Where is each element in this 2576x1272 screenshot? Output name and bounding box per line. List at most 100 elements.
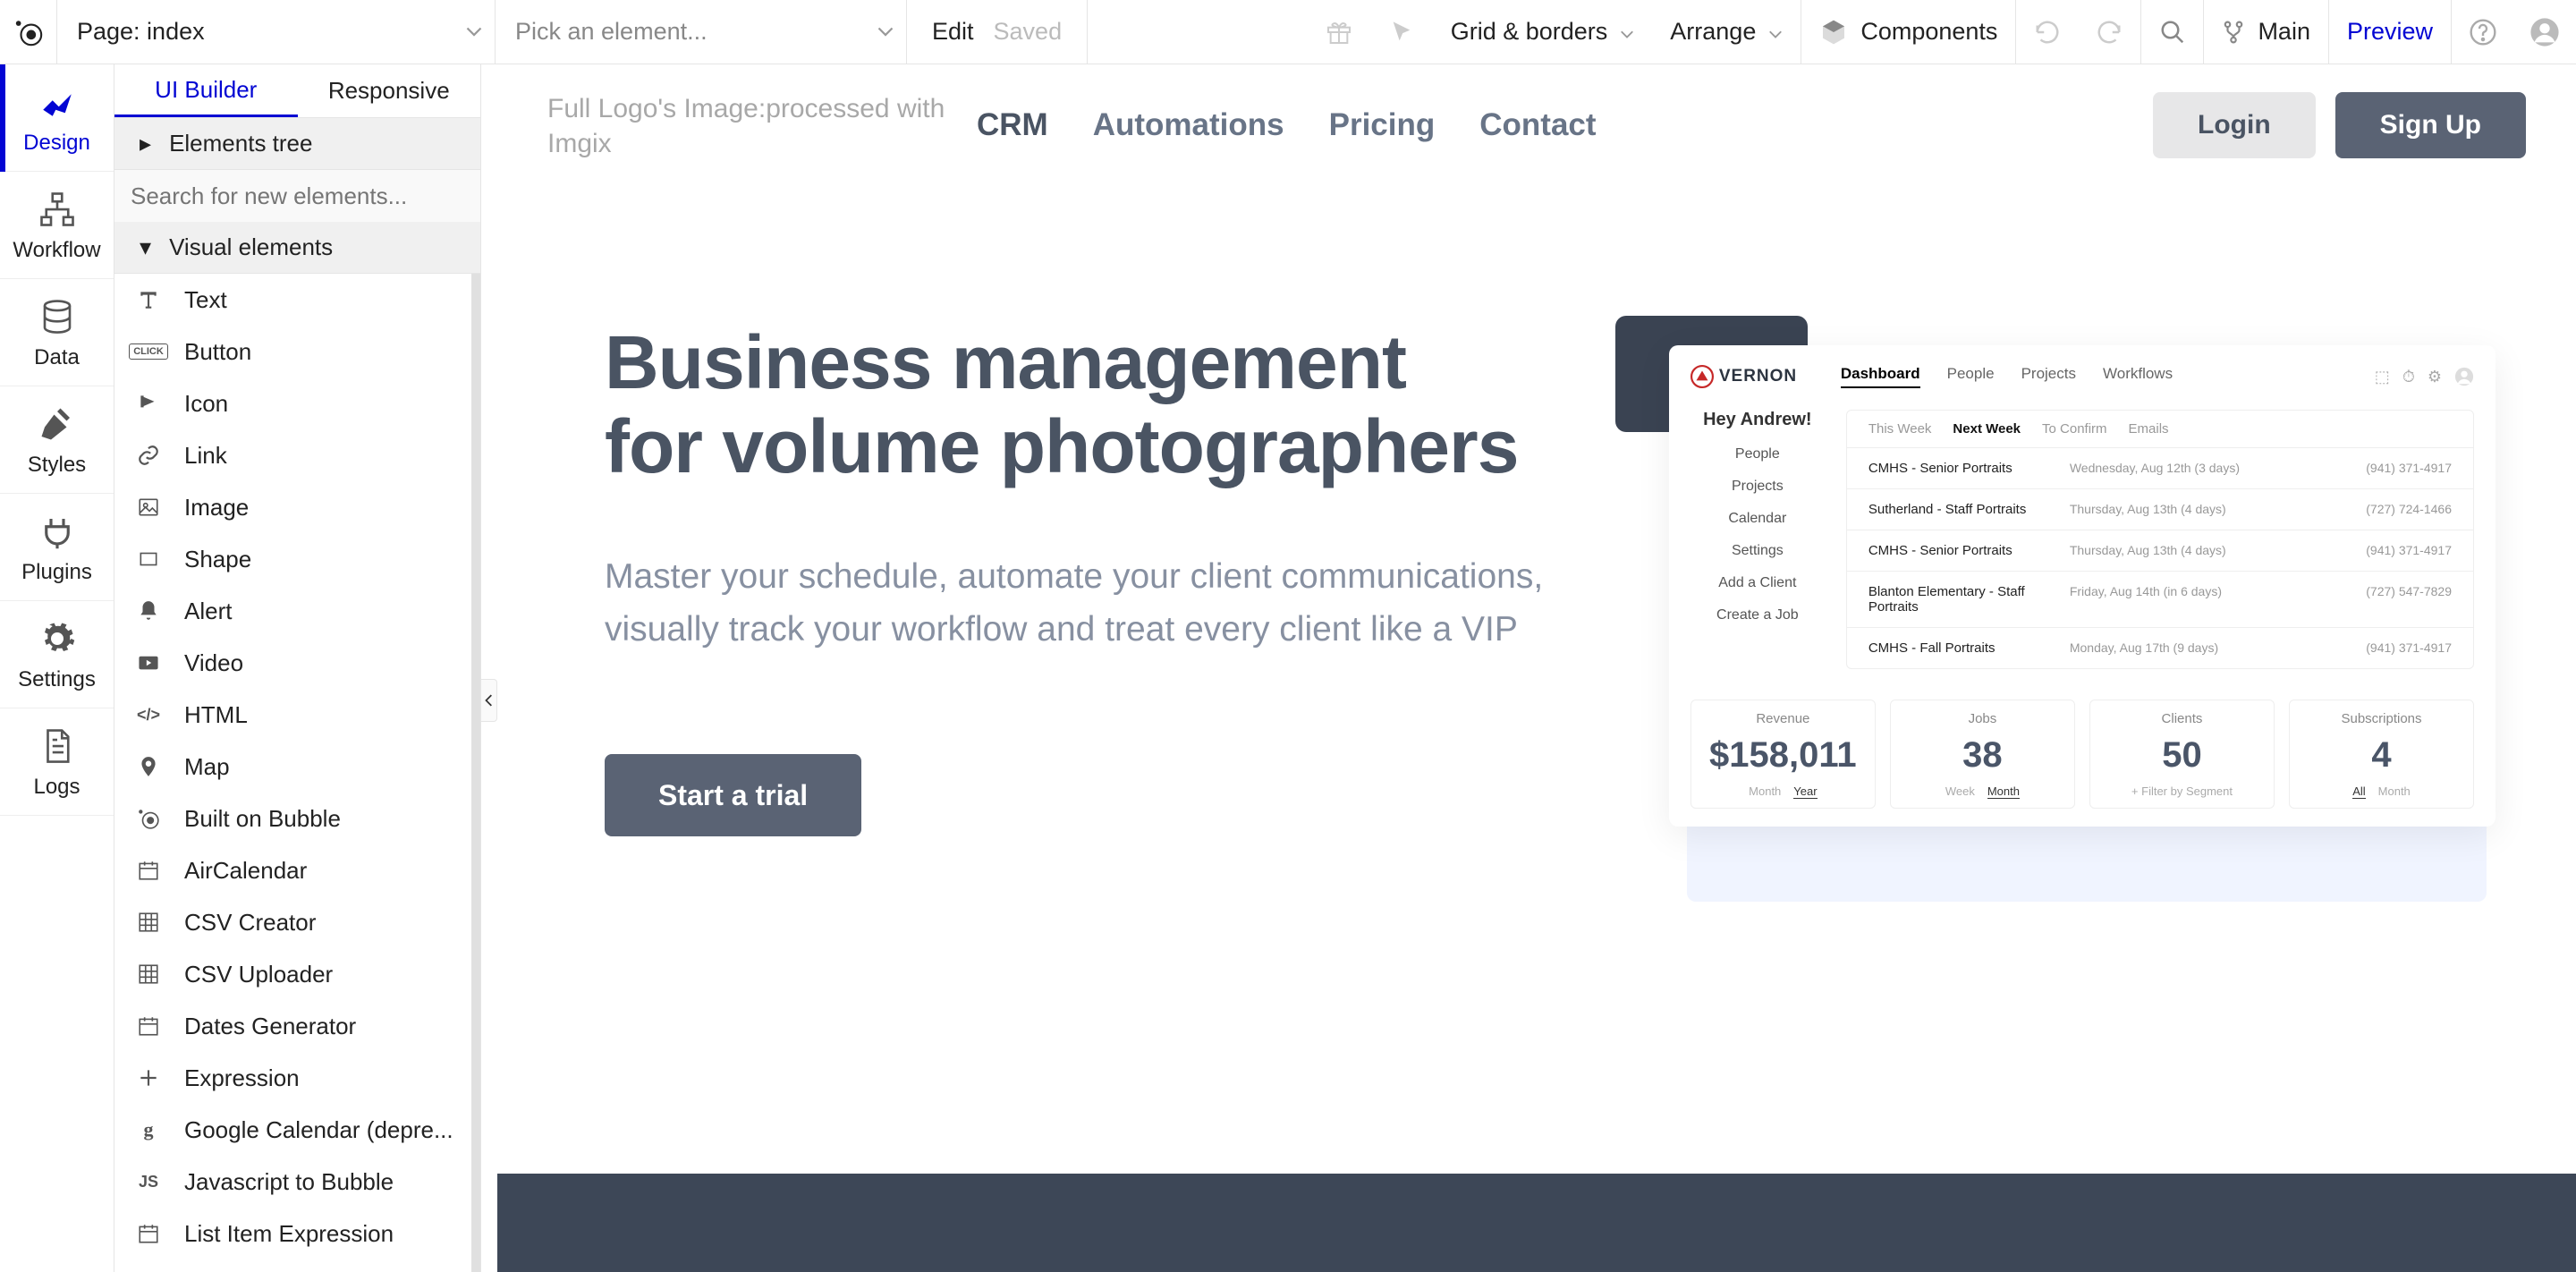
dash-row: CMHS - Fall PortraitsMonday, Aug 17th (9… xyxy=(1847,627,2473,668)
logo-placeholder[interactable]: Full Logo's Image:processed with Imgix xyxy=(547,91,977,159)
element-icon xyxy=(131,282,166,318)
nav-automations[interactable]: Automations xyxy=(1093,107,1284,143)
plugins-icon xyxy=(36,510,79,553)
hero-title[interactable]: Business management for volume photograp… xyxy=(605,320,1580,488)
dash-side-item: Settings xyxy=(1732,543,1784,559)
tab-responsive[interactable]: Responsive xyxy=(298,64,481,117)
element-icon xyxy=(131,1008,166,1044)
hero-subtitle[interactable]: Master your schedule, automate your clie… xyxy=(605,551,1580,656)
preview-button[interactable]: Preview xyxy=(2328,0,2451,64)
element-icon xyxy=(131,1216,166,1251)
rail-settings[interactable]: Settings xyxy=(0,601,114,708)
element-dates-generator[interactable]: Dates Generator xyxy=(114,1000,471,1052)
clock-icon: ⏱ xyxy=(2402,368,2415,386)
element-icon[interactable]: Icon xyxy=(114,377,471,429)
rail-label: Design xyxy=(23,131,90,156)
element-image[interactable]: Image xyxy=(114,481,471,533)
signup-button[interactable]: Sign Up xyxy=(2335,92,2526,158)
components-button[interactable]: Components xyxy=(1801,0,2015,64)
login-button[interactable]: Login xyxy=(2153,92,2316,158)
rail-label: Data xyxy=(34,345,80,370)
element-javascript-to-bubble[interactable]: JS Javascript to Bubble xyxy=(114,1156,471,1208)
dash-body: Hey Andrew! PeopleProjectsCalendarSettin… xyxy=(1690,394,2474,685)
element-csv-creator[interactable]: CSV Creator xyxy=(114,896,471,948)
element-search-input[interactable] xyxy=(131,182,464,210)
rail-workflow[interactable]: Workflow xyxy=(0,172,114,279)
rail-label: Workflow xyxy=(13,238,100,263)
rail-plugins[interactable]: Plugins xyxy=(0,494,114,601)
element-text[interactable]: Text xyxy=(114,274,471,326)
element-video[interactable]: Video xyxy=(114,637,471,689)
elements-list[interactable]: TextCLICKButtonIconLink Image ShapeAlert Vi… xyxy=(114,274,480,1272)
redo-button[interactable] xyxy=(2078,0,2140,64)
element-icon: CLICK xyxy=(131,334,166,369)
dash-side-item: Calendar xyxy=(1728,511,1786,527)
visual-elements-header[interactable]: ▾ Visual elements xyxy=(114,222,480,274)
rail-logs[interactable]: Logs xyxy=(0,708,114,816)
grid-borders-menu[interactable]: Grid & borders xyxy=(1433,0,1653,64)
dash-main: This WeekNext WeekTo ConfirmEmails CMHS … xyxy=(1846,410,2474,669)
element-icon: JS xyxy=(131,1164,166,1200)
dash-nav-item: People xyxy=(1947,365,1995,388)
element-shape[interactable]: Shape xyxy=(114,533,471,585)
panel-collapse-toggle[interactable] xyxy=(481,679,497,722)
element-list-of-numbers[interactable]: ⋯List of Numbers xyxy=(114,1259,471,1272)
logs-icon xyxy=(36,725,79,767)
element-html[interactable]: </>HTML xyxy=(114,689,471,741)
element-label: Javascript to Bubble xyxy=(184,1168,394,1196)
element-built-on-bubble[interactable]: Built on Bubble xyxy=(114,793,471,844)
help-button[interactable] xyxy=(2451,0,2513,64)
design-canvas[interactable]: Full Logo's Image:processed with Imgix C… xyxy=(497,64,2576,1272)
auth-buttons: Login Sign Up xyxy=(2153,92,2526,158)
edit-status: Edit Saved xyxy=(907,0,1088,64)
element-label: Video xyxy=(184,649,243,677)
element-link[interactable]: Link xyxy=(114,429,471,481)
edit-label[interactable]: Edit xyxy=(932,18,974,46)
element-search xyxy=(114,170,480,222)
nav-pricing[interactable]: Pricing xyxy=(1329,107,1436,143)
elements-tree-header[interactable]: ▸ Elements tree xyxy=(114,118,480,170)
dashboard-mockup: VERNON DashboardPeopleProjectsWorkflows … xyxy=(1669,345,2496,827)
dash-side-item: Add a Client xyxy=(1718,575,1796,591)
start-trial-button[interactable]: Start a trial xyxy=(605,754,861,836)
element-alert[interactable]: Alert xyxy=(114,585,471,637)
element-list-item-expression[interactable]: List Item Expression xyxy=(114,1208,471,1259)
page-footer-strip[interactable] xyxy=(497,1174,2576,1272)
grid-borders-label: Grid & borders xyxy=(1451,18,1608,46)
element-aircalendar[interactable]: AirCalendar xyxy=(114,844,471,896)
element-button[interactable]: CLICKButton xyxy=(114,326,471,377)
element-csv-uploader[interactable]: CSV Uploader xyxy=(114,948,471,1000)
hero-image[interactable]: VERNON DashboardPeopleProjectsWorkflows … xyxy=(1633,320,2469,836)
gear-icon: ⚙ xyxy=(2428,368,2442,386)
arrange-menu[interactable]: Arrange xyxy=(1652,0,1801,64)
element-icon xyxy=(131,386,166,421)
nav-contact[interactable]: Contact xyxy=(1479,107,1596,143)
element-label: CSV Creator xyxy=(184,909,316,937)
element-google-calendar-depre-[interactable]: gGoogle Calendar (depre... xyxy=(114,1104,471,1156)
element-label: HTML xyxy=(184,701,248,729)
branch-menu[interactable]: Main xyxy=(2203,0,2328,64)
tab-ui-builder[interactable]: UI Builder xyxy=(114,64,298,117)
element-picker[interactable]: Pick an element... xyxy=(496,0,907,64)
bubble-logo[interactable] xyxy=(0,0,57,64)
dash-tabs: This WeekNext WeekTo ConfirmEmails xyxy=(1847,411,2473,447)
element-label: Image xyxy=(184,494,249,522)
dash-tab: Next Week xyxy=(1953,421,2021,437)
nav-crm[interactable]: CRM xyxy=(977,107,1048,143)
rail-data[interactable]: Data xyxy=(0,279,114,386)
account-button[interactable] xyxy=(2513,0,2576,64)
element-icon xyxy=(131,852,166,888)
rail-design[interactable]: Design xyxy=(0,64,114,172)
element-map[interactable]: Map xyxy=(114,741,471,793)
search-button[interactable] xyxy=(2140,0,2203,64)
hero-section: Business management for volume photograp… xyxy=(497,159,2576,836)
cursor-icon[interactable] xyxy=(1370,0,1433,64)
element-icon: g xyxy=(131,1112,166,1148)
rail-styles[interactable]: Styles xyxy=(0,386,114,494)
gift-icon[interactable] xyxy=(1308,0,1370,64)
element-expression[interactable]: Expression xyxy=(114,1052,471,1104)
undo-button[interactable] xyxy=(2015,0,2078,64)
chevron-down-icon xyxy=(1620,18,1634,46)
page-selector[interactable]: Page: index xyxy=(57,0,496,64)
preview-label: Preview xyxy=(2347,18,2433,46)
